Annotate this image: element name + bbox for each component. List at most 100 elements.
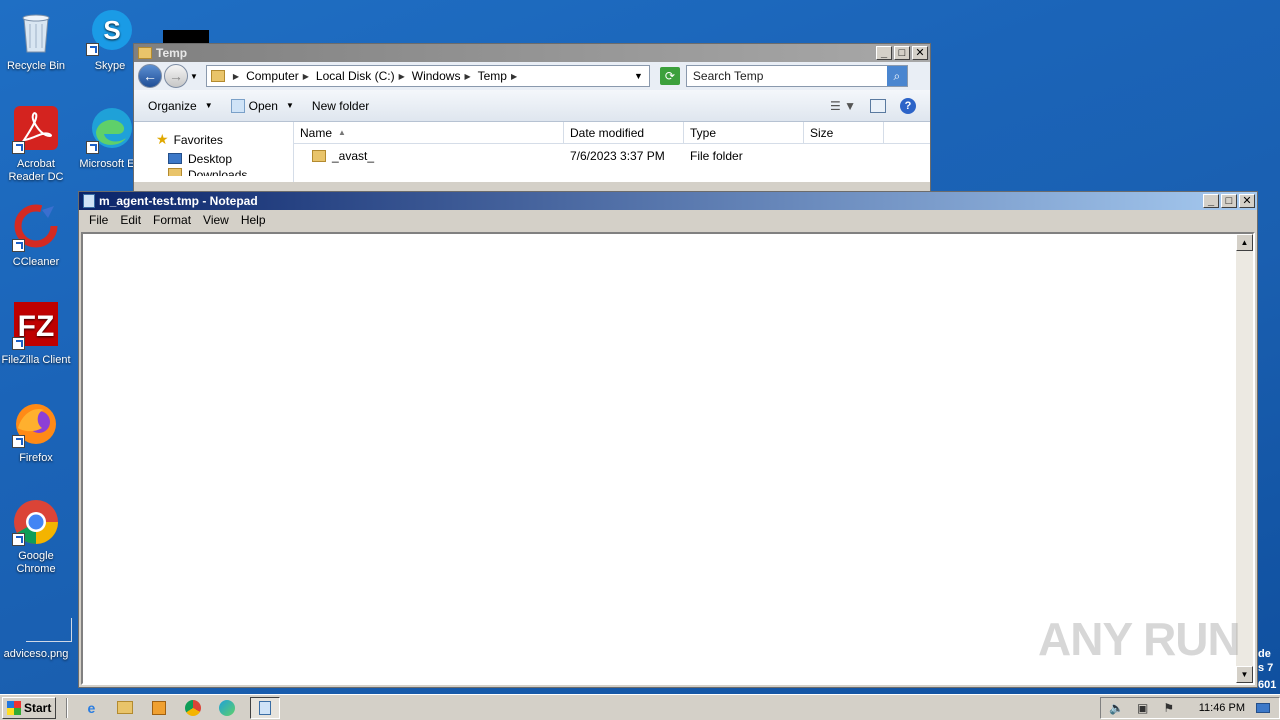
nav-downloads[interactable]: Downloads [156, 168, 293, 176]
notepad-icon [83, 194, 95, 208]
svg-text:S: S [103, 15, 120, 45]
menu-view[interactable]: View [197, 213, 235, 227]
search-input[interactable]: Search Temp ⌕ [685, 65, 908, 87]
menu-edit[interactable]: Edit [114, 213, 147, 227]
recycle-bin-icon [12, 8, 60, 56]
chevron-right-icon[interactable]: ▶ [303, 72, 309, 81]
refresh-icon[interactable]: ⟳ [659, 67, 680, 85]
close-button[interactable]: ✕ [1239, 194, 1255, 208]
skype-icon: S [86, 8, 134, 56]
start-label: Start [24, 700, 52, 715]
scroll-up-button[interactable]: ▲ [1236, 234, 1253, 251]
preview-pane-icon[interactable] [870, 98, 886, 113]
file-name: _avast_ [332, 149, 375, 163]
view-options-icon[interactable]: ☰ ▼ [830, 99, 856, 113]
watermark: ANY RUN [1038, 613, 1241, 665]
nav-downloads-label: Downloads [188, 168, 248, 176]
table-row[interactable]: _avast_ 7/6/2023 3:37 PM File folder [294, 144, 930, 168]
explorer-window[interactable]: Temp _ □ ✕ ← → ▼ ▶ Computer ▶ Local Disk… [133, 43, 931, 193]
sort-up-icon: ▲ [338, 128, 346, 137]
organize-button[interactable]: Organize ▼ [148, 99, 213, 113]
desktop-icon-label: adviceso.png [3, 648, 69, 660]
column-header-name[interactable]: Name ▲ [294, 122, 564, 143]
column-header-date[interactable]: Date modified [564, 122, 684, 143]
search-placeholder: Search Temp [692, 69, 764, 83]
desktop-icon-adviceso[interactable]: adviceso.png [0, 596, 72, 661]
desktop-icon-label: FileZilla Client [1, 354, 71, 366]
explorer-titlebar[interactable]: Temp _ □ ✕ [134, 44, 930, 62]
open-label: Open [248, 98, 278, 113]
folder-icon [312, 150, 326, 162]
shortcut-arrow-icon [12, 435, 25, 448]
nav-favorites[interactable]: ★ Favorites [156, 130, 293, 149]
notepad-title: m_agent-test.tmp - Notepad [99, 194, 258, 208]
acrobat-icon [12, 106, 60, 154]
maximize-button[interactable]: □ [1221, 194, 1237, 208]
firefox-icon [12, 400, 60, 448]
notepad-taskbar-button[interactable] [250, 696, 281, 719]
organize-label: Organize [148, 98, 197, 113]
menu-file[interactable]: File [83, 213, 114, 227]
breadcrumb-windows[interactable]: Windows [412, 69, 461, 83]
breadcrumb-local-disk[interactable]: Local Disk (C:) [316, 69, 395, 83]
desktop-icon-filezilla[interactable]: FZ FileZilla Client [0, 302, 72, 367]
system-tray: 🔈 ▣ ⚑ 11:46 PM [1099, 696, 1280, 719]
chevron-right-icon[interactable]: ▶ [464, 72, 470, 81]
shortcut-arrow-icon [12, 533, 25, 546]
menu-help[interactable]: Help [235, 213, 272, 227]
menu-format[interactable]: Format [147, 213, 197, 227]
scroll-down-button[interactable]: ▼ [1236, 666, 1253, 683]
column-header-type[interactable]: Type [684, 122, 804, 143]
start-button[interactable]: Start [2, 696, 57, 719]
address-dropdown[interactable]: ▼ [634, 71, 643, 81]
desktop-icon-ccleaner[interactable]: CCleaner [0, 204, 72, 269]
network-icon[interactable]: ▣ [1135, 701, 1151, 715]
breadcrumb-computer[interactable]: Computer [246, 69, 299, 83]
chevron-right-icon[interactable]: ▶ [399, 72, 405, 81]
new-folder-button[interactable]: New folder [312, 99, 369, 113]
chevron-right-icon[interactable]: ▶ [511, 72, 517, 81]
desktop-icon-chrome[interactable]: Google Chrome [0, 498, 72, 576]
chrome-taskbar-icon[interactable] [182, 697, 204, 719]
back-button[interactable]: ← [138, 64, 162, 88]
edge-taskbar-icon[interactable] [216, 697, 238, 719]
file-list: Name ▲ Date modified Type Size _avast_ 7/… [294, 122, 930, 182]
desktop-icon-acrobat[interactable]: Acrobat Reader DC [0, 106, 72, 184]
desktop-icon-firefox[interactable]: Firefox [0, 400, 72, 465]
minimize-button[interactable]: _ [876, 46, 892, 60]
chevron-right-icon[interactable]: ▶ [233, 72, 239, 81]
filezilla-icon: FZ [12, 302, 60, 350]
shortcut-arrow-icon [12, 141, 25, 154]
help-icon[interactable]: ? [900, 97, 916, 114]
forward-button[interactable]: → [164, 64, 188, 88]
file-explorer-icon[interactable] [114, 697, 136, 719]
clock[interactable]: 11:46 PM [1199, 702, 1245, 714]
media-player-icon[interactable] [148, 697, 170, 719]
search-icon[interactable]: ⌕ [886, 66, 907, 86]
file-type: File folder [690, 149, 743, 163]
recent-pages-dropdown[interactable]: ▼ [190, 72, 198, 81]
nav-desktop[interactable]: Desktop [156, 149, 293, 168]
desktop-icon-label: Recycle Bin [6, 60, 66, 72]
address-bar[interactable]: ▶ Computer ▶ Local Disk (C:) ▶ Windows ▶… [205, 65, 650, 87]
command-bar: Organize ▼ Open ▼ New folder ☰ ▼ ? [134, 90, 930, 122]
internet-explorer-icon[interactable]: e [80, 697, 102, 719]
nav-desktop-label: Desktop [188, 151, 233, 166]
open-button[interactable]: Open ▼ [230, 98, 294, 113]
notepad-titlebar[interactable]: m_agent-test.tmp - Notepad _ □ ✕ [79, 192, 1257, 210]
close-button[interactable]: ✕ [912, 46, 928, 60]
address-row: ← → ▼ ▶ Computer ▶ Local Disk (C:) ▶ Win… [134, 62, 930, 90]
folder-icon [168, 168, 182, 176]
maximize-button[interactable]: □ [894, 46, 910, 60]
folder-icon [138, 47, 152, 59]
menu-bar: File Edit Format View Help [79, 210, 1257, 230]
column-header-size[interactable]: Size [804, 122, 884, 143]
show-desktop-icon[interactable] [1255, 701, 1271, 715]
action-center-flag-icon[interactable]: ⚑ [1161, 701, 1177, 715]
minimize-button[interactable]: _ [1203, 194, 1219, 208]
volume-icon[interactable]: 🔈 [1109, 701, 1125, 715]
star-icon: ★ [156, 131, 169, 147]
image-file-icon [12, 596, 72, 644]
desktop-icon-recycle-bin[interactable]: Recycle Bin [0, 8, 72, 73]
breadcrumb-temp[interactable]: Temp [478, 69, 507, 83]
